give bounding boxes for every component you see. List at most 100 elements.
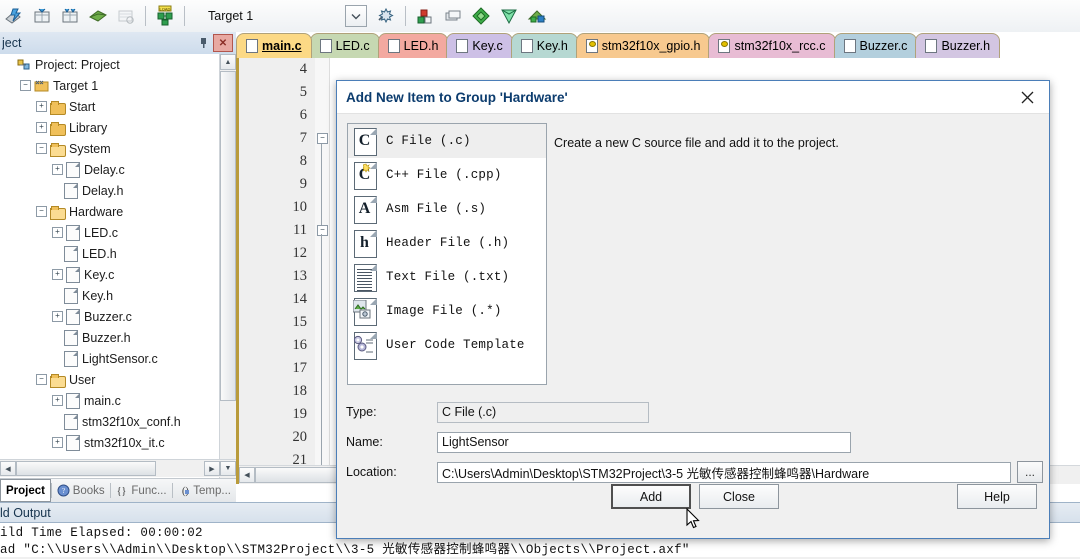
pin-icon[interactable] (195, 35, 211, 51)
editor-tab-main-c[interactable]: main.c (236, 33, 312, 58)
tree-item[interactable]: Delay.h (0, 180, 220, 201)
image-file-icon (353, 297, 378, 326)
file-type-item[interactable]: C C File (.c) (348, 124, 546, 158)
file-type-list[interactable]: C C File (.c) C C++ File (.cpp) A Asm File (.… (347, 123, 547, 385)
target-options-icon[interactable] (373, 3, 399, 29)
folder-open-icon (50, 205, 66, 220)
tree-item[interactable]: Key.h (0, 285, 220, 306)
tree-item[interactable]: Project: Project (0, 54, 220, 75)
editor-tab-buzzer-h[interactable]: Buzzer.h (915, 33, 1001, 58)
tree-item-label: LightSensor.c (82, 351, 158, 366)
load-icon[interactable]: LOAD (152, 3, 178, 29)
fold-marker-line-11[interactable]: − (317, 225, 328, 236)
project-panel-tabs: Project? Books {} Func... ()Temp... (0, 478, 236, 502)
copy-components-icon[interactable] (440, 3, 466, 29)
name-input[interactable]: LightSensor (437, 431, 851, 453)
scroll-thumb[interactable] (220, 71, 236, 401)
configure-diamond-icon[interactable] (468, 3, 494, 29)
editor-tab-buzzer-c[interactable]: Buzzer.c (833, 33, 918, 58)
translate-icon[interactable] (85, 3, 111, 29)
collapse-icon[interactable]: − (36, 143, 47, 154)
tree-item[interactable]: + Buzzer.c (0, 306, 220, 327)
expand-icon[interactable]: + (52, 311, 63, 322)
expand-icon[interactable]: + (36, 101, 47, 112)
file-type-label: Header File (.h) (386, 236, 510, 250)
collapse-icon[interactable]: − (20, 80, 31, 91)
tree-item[interactable]: LED.h (0, 243, 220, 264)
expand-icon[interactable]: + (36, 122, 47, 133)
build-icon[interactable] (1, 3, 27, 29)
add-button[interactable]: Add (611, 484, 691, 509)
expand-icon[interactable]: + (52, 227, 63, 238)
browse-button[interactable]: ... (1017, 461, 1043, 483)
file-icon (319, 39, 332, 53)
tree-vertical-scrollbar[interactable]: ▲ (219, 54, 236, 479)
project-tree[interactable]: Project: Project − Target 1 + Start + Library −… (0, 54, 220, 479)
close-icon[interactable] (1005, 82, 1049, 112)
file-type-item[interactable]: Image File (.*) (348, 294, 546, 328)
file-icon (843, 39, 856, 53)
tree-item[interactable]: − Target 1 (0, 75, 220, 96)
rebuild-icon[interactable] (29, 3, 55, 29)
tree-item[interactable]: − System (0, 138, 220, 159)
tree-item[interactable]: + main.c (0, 390, 220, 411)
expand-icon[interactable]: + (52, 269, 63, 280)
editor-tab-led-h[interactable]: LED.h (377, 33, 449, 58)
expand-icon[interactable]: + (52, 437, 63, 448)
editor-scroll-left-arrow[interactable]: ◀ (239, 467, 255, 483)
close-button[interactable]: Close (699, 484, 779, 509)
editor-tab-key-c[interactable]: Key.c (446, 33, 513, 58)
batch-build-icon[interactable] (57, 3, 83, 29)
expand-icon[interactable]: + (52, 395, 63, 406)
chevron-down-icon[interactable] (345, 5, 368, 27)
editor-tab-label: Key.c (472, 39, 503, 53)
tree-item-label: Key.h (82, 288, 114, 303)
tree-item[interactable]: + Delay.c (0, 159, 220, 180)
tree-item[interactable]: + Key.c (0, 264, 220, 285)
close-icon[interactable]: ✕ (213, 34, 233, 52)
pack-installer-icon[interactable] (496, 3, 522, 29)
target-selector[interactable]: Target 1 (202, 5, 368, 27)
multi-project-icon[interactable] (524, 3, 550, 29)
tree-item[interactable]: − Hardware (0, 201, 220, 222)
fold-marker-line-7[interactable]: − (317, 133, 328, 144)
scroll-left-arrow[interactable]: ◀ (0, 461, 16, 476)
manage-components-icon[interactable] (412, 3, 438, 29)
file-icon (66, 308, 80, 325)
file-type-item[interactable]: User Code Template (348, 328, 546, 362)
expand-icon[interactable]: + (52, 164, 63, 175)
tree-item[interactable]: − User (0, 369, 220, 390)
code-fold-column[interactable]: − − (315, 58, 330, 484)
project-tab-project[interactable]: Project (0, 479, 51, 502)
scroll-down-arrow[interactable]: ▼ (220, 461, 236, 476)
tree-item[interactable]: stm32f10x_conf.h (0, 411, 220, 432)
help-button[interactable]: Help (957, 484, 1037, 509)
tree-item[interactable]: + Start (0, 96, 220, 117)
tree-item[interactable]: Buzzer.h (0, 327, 220, 348)
tree-horizontal-scrollbar[interactable]: ◀ ▶ ▼ (0, 459, 236, 477)
file-type-item[interactable]: h Header File (.h) (348, 226, 546, 260)
scroll-right-arrow[interactable]: ▶ (204, 461, 220, 476)
project-tab-func[interactable]: {} Func... (110, 480, 171, 501)
tree-item[interactable]: + LED.c (0, 222, 220, 243)
project-tab-books[interactable]: ? Books (52, 480, 110, 501)
editor-tab-stm32f10x-gpio-h[interactable]: stm32f10x_gpio.h (575, 33, 711, 58)
editor-tab-label: main.c (262, 39, 302, 53)
collapse-icon[interactable]: − (36, 374, 47, 385)
toolbar-divider-3 (405, 6, 407, 26)
scroll-up-arrow[interactable]: ▲ (220, 54, 236, 70)
hscroll-thumb[interactable] (16, 461, 156, 476)
editor-tab-key-h[interactable]: Key.h (510, 33, 578, 58)
functions-icon: {} (115, 484, 128, 497)
tree-item[interactable]: + Library (0, 117, 220, 138)
file-type-item[interactable]: Text File (.txt) (348, 260, 546, 294)
file-type-item[interactable]: A Asm File (.s) (348, 192, 546, 226)
tree-item[interactable]: + stm32f10x_it.c (0, 432, 220, 453)
collapse-icon[interactable]: − (36, 206, 47, 217)
editor-tab-led-c[interactable]: LED.c (309, 33, 380, 58)
project-tab-temp[interactable]: ()Temp... (172, 480, 236, 501)
file-type-item[interactable]: C C++ File (.cpp) (348, 158, 546, 192)
tree-item[interactable]: LightSensor.c (0, 348, 220, 369)
location-input[interactable]: C:\Users\Admin\Desktop\STM32Project\3-5 … (437, 461, 1011, 483)
editor-tab-stm32f10x-rcc-c[interactable]: stm32f10x_rcc.c (708, 33, 836, 58)
